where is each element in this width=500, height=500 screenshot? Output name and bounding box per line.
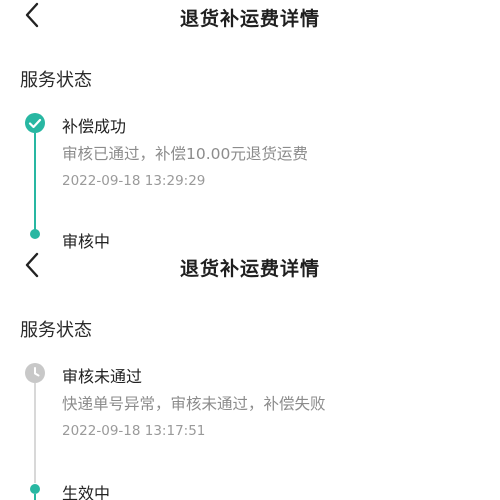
- timeline-status: 审核未通过: [62, 367, 143, 386]
- refund-shipping-detail-screen-1: 退货补运费详情 服务状态 补偿成功 审核已通过，补偿10.00元退货运费 202…: [0, 0, 500, 250]
- page-title: 退货补运费详情: [179, 8, 320, 30]
- timeline-line: [34, 494, 36, 500]
- page-title: 退货补运费详情: [179, 258, 320, 280]
- section-title-service-status: 服务状态: [20, 320, 92, 341]
- timeline-status: 审核中: [62, 232, 111, 250]
- timeline-line: [34, 383, 36, 483]
- timeline-dot: [30, 229, 40, 239]
- timeline-status: 补偿成功: [62, 117, 127, 136]
- timeline-detail: 审核已通过，补偿10.00元退货运费: [62, 145, 308, 163]
- timeline-dot: [30, 484, 40, 494]
- check-circle-icon: [24, 112, 46, 134]
- timeline-line: [34, 133, 36, 233]
- timeline-status: 生效中: [62, 484, 111, 500]
- timeline-detail: 快递单号异常，审核未通过，补偿失败: [62, 395, 326, 413]
- timeline-time: 2022-09-18 13:29:29: [62, 173, 206, 189]
- timeline-time: 2022-09-18 13:17:51: [62, 423, 206, 439]
- section-title-service-status: 服务状态: [20, 70, 92, 91]
- refund-shipping-detail-screen-2: 退货补运费详情 服务状态 审核未通过 快递单号异常，审核未通过，补偿失败 202…: [0, 250, 500, 500]
- clock-icon: [24, 362, 46, 384]
